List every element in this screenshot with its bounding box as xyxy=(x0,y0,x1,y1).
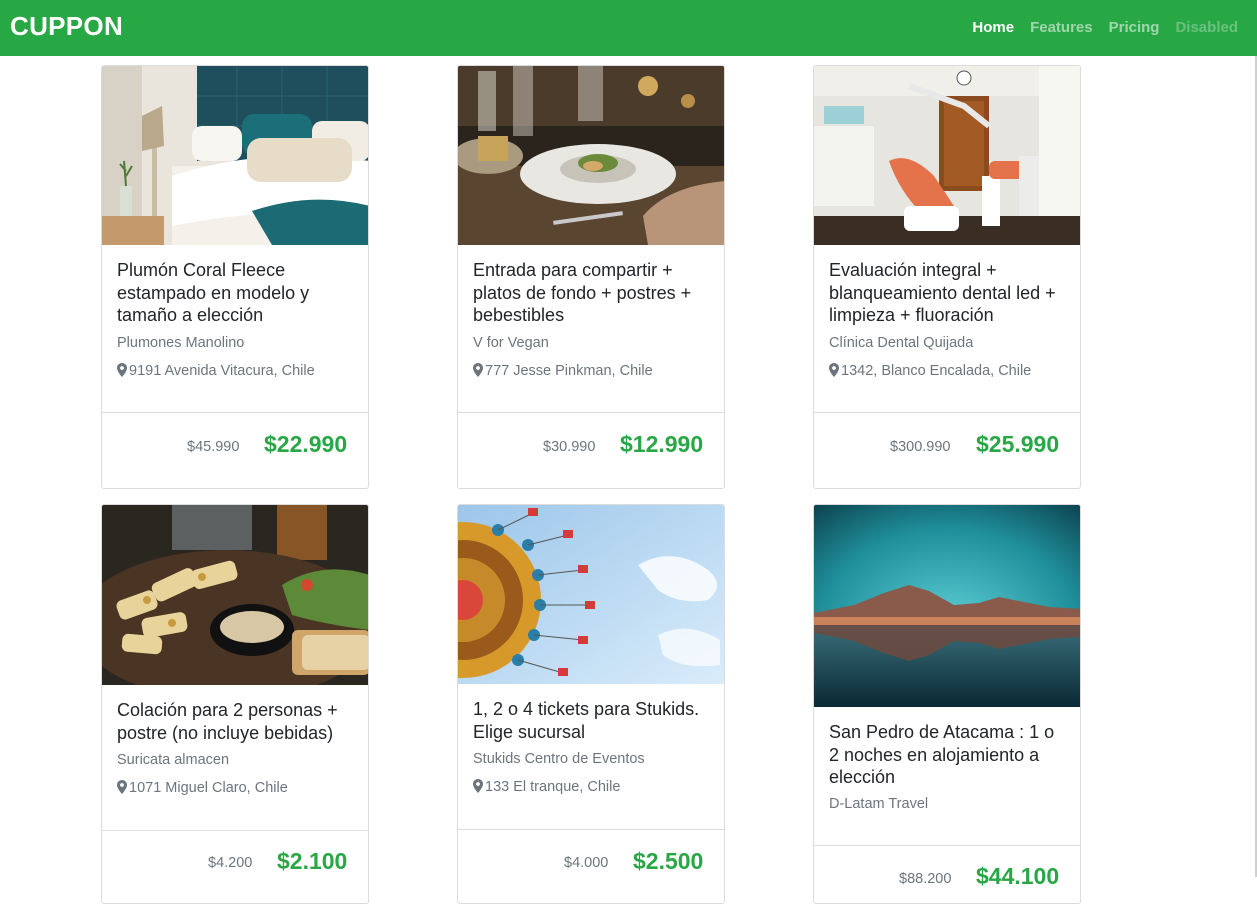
deal-card[interactable]: Plumón Coral Fleece estampado en modelo … xyxy=(101,65,369,489)
deal-merchant: Stukids Centro de Eventos xyxy=(473,751,645,767)
deal-new-price: $2.500 xyxy=(633,848,704,874)
deal-card[interactable]: Entrada para compartir + platos de fondo… xyxy=(457,65,725,489)
deal-address-text: 133 El tranque, Chile xyxy=(485,779,621,795)
card-divider xyxy=(102,412,368,413)
deal-address: 1071 Miguel Claro, Chile xyxy=(117,780,288,796)
nav-pricing[interactable]: Pricing xyxy=(1109,18,1160,38)
deal-image-food[interactable] xyxy=(102,505,368,685)
deal-image-dental[interactable] xyxy=(814,66,1080,245)
deal-address: 9191 Avenida Vitacura, Chile xyxy=(117,363,315,379)
deal-old-price: $30.990 xyxy=(543,439,596,455)
deal-old-price: $4.200 xyxy=(208,855,253,871)
deal-merchant: Plumones Manolino xyxy=(117,335,245,351)
card-divider xyxy=(814,845,1080,846)
deal-old-price: $4.000 xyxy=(564,855,609,871)
deal-title[interactable]: Plumón Coral Fleece estampado en modelo … xyxy=(117,259,357,327)
deal-card[interactable]: Evaluación integral + blanqueamiento den… xyxy=(813,65,1081,489)
deal-image-bedroom[interactable] xyxy=(102,66,368,245)
nav-home[interactable]: Home xyxy=(972,18,1014,38)
deal-address-text: 1071 Miguel Claro, Chile xyxy=(129,780,288,796)
deal-merchant: Clínica Dental Quijada xyxy=(829,335,974,351)
deal-address: 133 El tranque, Chile xyxy=(473,779,620,795)
deal-new-price: $22.990 xyxy=(264,431,348,457)
map-marker-icon xyxy=(473,779,483,793)
deal-new-price: $25.990 xyxy=(976,431,1060,457)
deal-title[interactable]: Colación para 2 personas + postre (no in… xyxy=(117,699,357,744)
map-marker-icon xyxy=(829,363,839,377)
deal-card[interactable]: Colación para 2 personas + postre (no in… xyxy=(101,504,369,904)
deal-title[interactable]: 1, 2 o 4 tickets para Stukids. Elige suc… xyxy=(473,698,713,743)
deal-old-price: $300.990 xyxy=(890,439,951,455)
deal-old-price: $45.990 xyxy=(187,439,240,455)
card-divider xyxy=(458,829,724,830)
card-divider xyxy=(102,830,368,831)
deal-image-dinner[interactable] xyxy=(458,66,724,245)
deal-new-price: $2.100 xyxy=(277,848,348,874)
card-divider xyxy=(814,412,1080,413)
deal-address-text: 1342, Blanco Encalada, Chile xyxy=(841,363,1032,379)
deal-new-price: $12.990 xyxy=(620,431,704,457)
nav-features[interactable]: Features xyxy=(1030,18,1093,38)
deal-image-landscape[interactable] xyxy=(814,505,1080,707)
deal-title[interactable]: Entrada para compartir + platos de fondo… xyxy=(473,259,713,327)
deal-title[interactable]: San Pedro de Atacama : 1 o 2 noches en a… xyxy=(829,721,1069,789)
navbar: CUPPON Home Features Pricing Disabled xyxy=(0,0,1257,56)
deal-address-text: 9191 Avenida Vitacura, Chile xyxy=(129,363,315,379)
map-marker-icon xyxy=(117,780,127,794)
map-marker-icon xyxy=(473,363,483,377)
card-divider xyxy=(458,412,724,413)
map-marker-icon xyxy=(117,363,127,377)
deal-card[interactable]: 1, 2 o 4 tickets para Stukids. Elige suc… xyxy=(457,504,725,904)
deal-old-price: $88.200 xyxy=(899,871,952,887)
brand-logo[interactable]: CUPPON xyxy=(10,11,123,42)
deal-merchant: V for Vegan xyxy=(473,335,549,351)
nav-links: Home Features Pricing Disabled xyxy=(972,18,1238,38)
deal-merchant: Suricata almacen xyxy=(117,752,230,768)
nav-disabled: Disabled xyxy=(1175,19,1238,36)
deal-image-carousel[interactable] xyxy=(458,505,724,684)
deal-address-text: 777 Jesse Pinkman, Chile xyxy=(485,363,653,379)
deal-card[interactable]: San Pedro de Atacama : 1 o 2 noches en a… xyxy=(813,504,1081,904)
deal-merchant: D-Latam Travel xyxy=(829,796,929,812)
deal-address: 1342, Blanco Encalada, Chile xyxy=(829,363,1031,379)
deal-address: 777 Jesse Pinkman, Chile xyxy=(473,363,653,379)
deal-title[interactable]: Evaluación integral + blanqueamiento den… xyxy=(829,259,1069,327)
